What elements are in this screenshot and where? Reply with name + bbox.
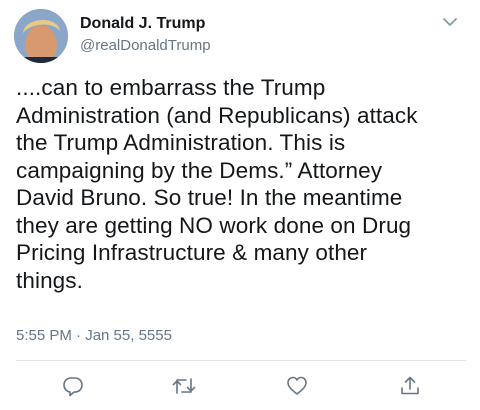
tweet-timestamp[interactable]: 5:55 PM · Jan 55, 5555 bbox=[16, 327, 172, 344]
reply-icon bbox=[62, 375, 84, 397]
retweet-icon bbox=[172, 375, 196, 397]
chevron-down-icon[interactable] bbox=[440, 14, 460, 30]
share-button[interactable] bbox=[398, 374, 422, 398]
tweet-text-line: the Trump Administration. This is bbox=[16, 130, 346, 155]
reply-button[interactable] bbox=[61, 374, 85, 398]
tweet-text-line: Administration (and Republicans) attack bbox=[16, 102, 418, 128]
share-icon bbox=[399, 375, 421, 397]
tweet-text-line: campaigning by the Dems.” Attorney bbox=[16, 157, 383, 183]
tweet-text: ....can to embarrass the Trump Administr… bbox=[16, 74, 472, 294]
heart-icon bbox=[286, 375, 308, 397]
divider bbox=[16, 360, 466, 361]
tweet-text-line: Pricing Infrastructure & many other bbox=[16, 240, 368, 265]
author-handle[interactable]: @realDonaldTrump bbox=[80, 37, 211, 54]
retweet-button[interactable] bbox=[172, 374, 196, 398]
avatar[interactable] bbox=[14, 9, 68, 63]
tweet-card: Donald J. Trump @realDonaldTrump ....can… bbox=[0, 0, 480, 410]
tweet-text-line: ....can to embarrass the Trump bbox=[16, 75, 326, 100]
author-display-name[interactable]: Donald J. Trump bbox=[80, 15, 205, 33]
tweet-text-line: things. bbox=[16, 267, 83, 293]
like-button[interactable] bbox=[285, 374, 309, 398]
tweet-text-line: David Bruno. So true! In the meantime bbox=[16, 185, 403, 210]
tweet-text-line: they are getting NO work done on Drug bbox=[16, 212, 412, 238]
